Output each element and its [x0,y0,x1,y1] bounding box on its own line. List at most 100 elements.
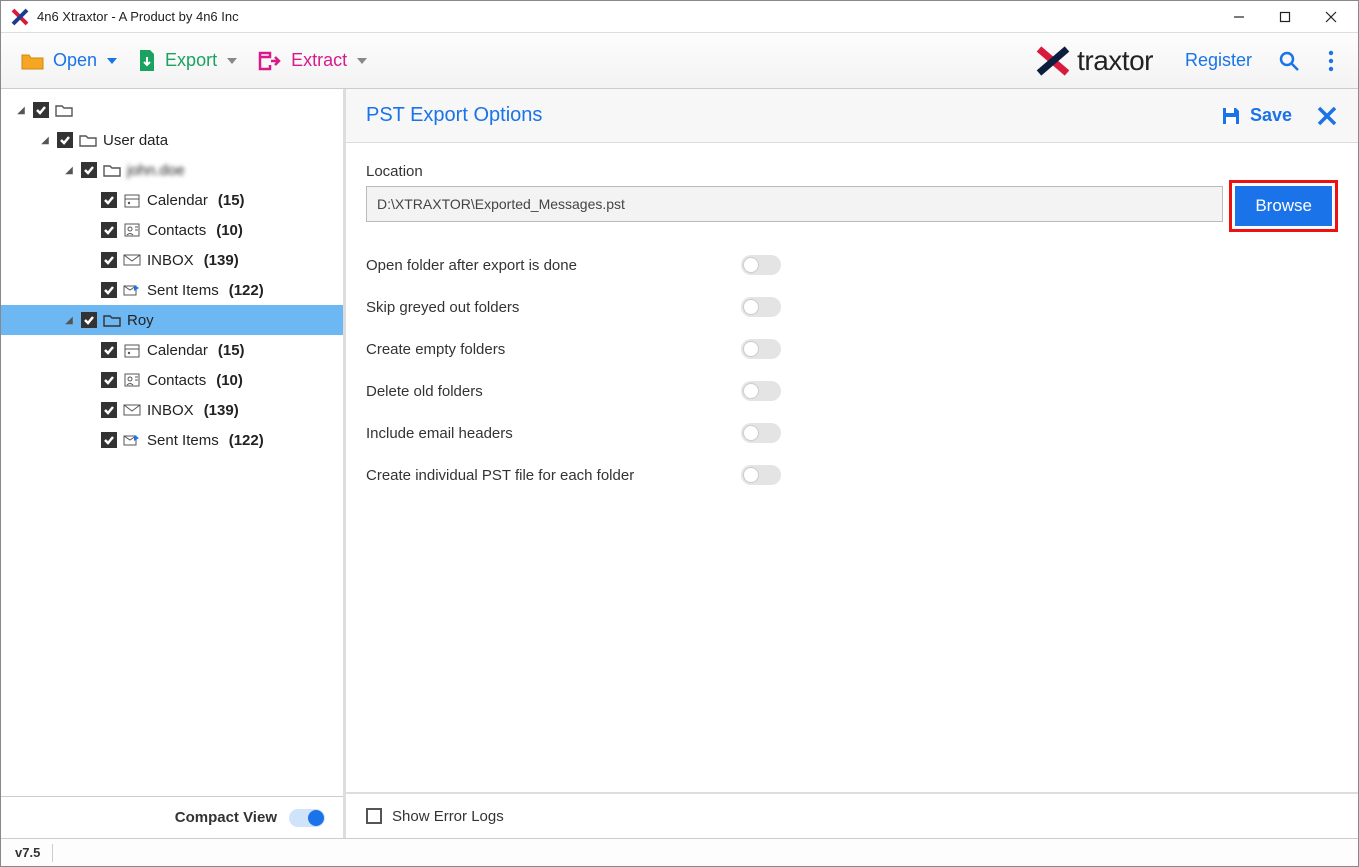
browse-button[interactable]: Browse [1235,186,1332,226]
option-individual-pst: Create individual PST file for each fold… [366,454,1338,496]
open-label: Open [53,50,97,71]
folder-icon [79,132,97,148]
option-delete-old: Delete old folders [366,370,1338,412]
calendar-icon [123,342,141,358]
save-label: Save [1250,105,1292,126]
content-header: PST Export Options Save [346,89,1358,143]
tree-label: Contacts [147,222,206,239]
minimize-button[interactable] [1216,2,1262,32]
tree-label: Roy [127,312,154,329]
tree-node-inbox-2[interactable]: INBOX (139) [1,395,343,425]
option-label: Create individual PST file for each fold… [366,467,741,484]
checkbox[interactable] [101,192,117,208]
checkbox[interactable] [101,402,117,418]
tree-label: Sent Items [147,282,219,299]
sent-icon [123,432,141,448]
export-button[interactable]: Export [127,43,247,79]
checkbox[interactable] [101,372,117,388]
option-label: Skip greyed out folders [366,299,741,316]
checkbox[interactable] [33,102,49,118]
calendar-icon [123,192,141,208]
extract-label: Extract [291,50,347,71]
tree-node-calendar-2[interactable]: Calendar (15) [1,335,343,365]
folder-icon [103,312,121,328]
close-panel-button[interactable] [1316,105,1338,127]
expand-arrow-icon[interactable]: ◢ [15,105,27,116]
tree-node-sent-2[interactable]: Sent Items (122) [1,425,343,455]
save-button[interactable]: Save [1220,105,1292,127]
checkbox[interactable] [101,282,117,298]
location-input[interactable] [366,186,1223,222]
tree-node-contacts-2[interactable]: Contacts (10) [1,365,343,395]
show-error-logs-checkbox[interactable] [366,808,382,824]
caret-down-icon [107,58,117,64]
expand-arrow-icon[interactable]: ◢ [63,315,75,326]
title-bar: 4n6 Xtraxtor - A Product by 4n6 Inc [1,1,1358,33]
tree-count: (15) [218,192,245,209]
expand-arrow-icon[interactable]: ◢ [63,165,75,176]
tree-label: INBOX [147,252,194,269]
open-button[interactable]: Open [11,44,127,77]
option-label: Include email headers [366,425,741,442]
save-icon [1220,105,1242,127]
tree-node-userdata[interactable]: ◢ User data [1,125,343,155]
compact-view-toggle[interactable] [289,809,325,827]
caret-down-icon [227,58,237,64]
app-logo-icon [11,8,29,26]
tree-count: (15) [218,342,245,359]
main-toolbar: Open Export Extract traxtor Register [1,33,1358,89]
compact-view-label: Compact View [175,809,277,826]
search-icon[interactable] [1264,44,1314,78]
option-include-headers: Include email headers [366,412,1338,454]
checkbox[interactable] [81,312,97,328]
toggle-skip-greyed[interactable] [741,297,781,317]
toggle-individual-pst[interactable] [741,465,781,485]
tree-node-inbox[interactable]: INBOX (139) [1,245,343,275]
status-bar: v7.5 [1,838,1358,866]
more-vert-icon[interactable] [1314,44,1348,78]
sidebar-footer: Compact View [1,796,343,838]
checkbox[interactable] [101,432,117,448]
tree-node-sent[interactable]: Sent Items (122) [1,275,343,305]
tree-node-roy[interactable]: ◢ Roy [1,305,343,335]
option-create-empty: Create empty folders [366,328,1338,370]
content-area: PST Export Options Save Location Browse [346,89,1358,838]
option-open-folder: Open folder after export is done [366,244,1338,286]
close-window-button[interactable] [1308,2,1354,32]
checkbox[interactable] [101,342,117,358]
checkbox[interactable] [101,222,117,238]
folder-icon [103,162,121,178]
tree-node-calendar[interactable]: Calendar (15) [1,185,343,215]
folder-tree-sidebar: ◢ ◢ User data ◢ john.doe Calendar ( [1,89,346,838]
checkbox[interactable] [57,132,73,148]
tree-node-contacts[interactable]: Contacts (10) [1,215,343,245]
tree-count: (122) [229,282,264,299]
export-options-panel: Location Browse Open folder after export… [346,143,1358,516]
folder-icon [55,102,73,118]
brand-text: traxtor [1077,45,1153,77]
tree-count: (139) [204,252,239,269]
mail-icon [123,252,141,268]
checkbox[interactable] [81,162,97,178]
tree-node-account[interactable]: ◢ john.doe [1,155,343,185]
toggle-delete-old[interactable] [741,381,781,401]
toggle-create-empty[interactable] [741,339,781,359]
toggle-include-headers[interactable] [741,423,781,443]
brand-logo: traxtor [1035,45,1153,77]
contacts-icon [123,222,141,238]
file-export-icon [137,49,157,73]
tree-count: (10) [216,372,243,389]
show-error-logs-label: Show Error Logs [392,808,504,825]
checkbox[interactable] [101,252,117,268]
register-link[interactable]: Register [1173,44,1264,77]
tree-count: (10) [216,222,243,239]
tree-label-blurred: john.doe [127,162,185,179]
tree-root[interactable]: ◢ [1,95,343,125]
tree-label: Contacts [147,372,206,389]
option-skip-greyed: Skip greyed out folders [366,286,1338,328]
extract-button[interactable]: Extract [247,44,377,78]
maximize-button[interactable] [1262,2,1308,32]
expand-arrow-icon[interactable]: ◢ [39,135,51,146]
location-label: Location [366,163,1338,180]
toggle-open-folder[interactable] [741,255,781,275]
